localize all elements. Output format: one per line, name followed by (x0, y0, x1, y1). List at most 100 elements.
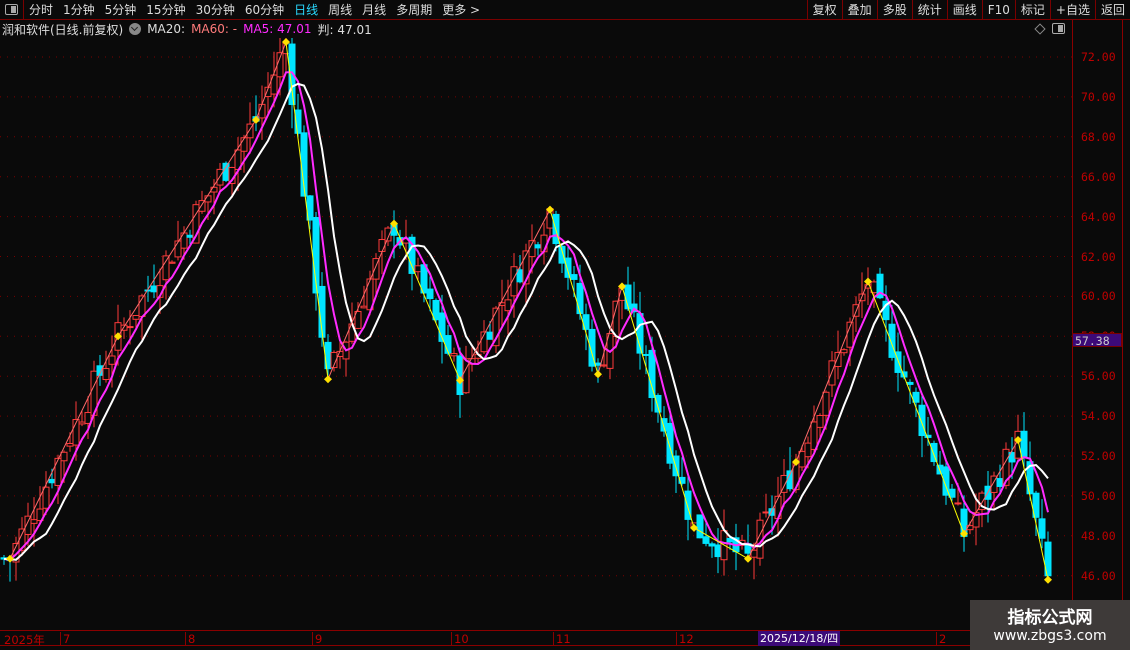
candle-body (576, 282, 584, 315)
candle-body (1038, 518, 1046, 539)
dropdown-circle-icon[interactable] (129, 23, 142, 35)
indicator-info-bar: 润和软件(日线.前复权) MA20: MA60: - MA5: 47.01 判:… (2, 21, 372, 37)
candle-body (798, 450, 806, 468)
price-tick-label: 68.00 (1081, 129, 1116, 144)
candle-body (996, 478, 1004, 487)
toolbar-button-4[interactable]: 画线 (946, 0, 982, 20)
candle-body (888, 323, 896, 358)
toolbar-right-buttons: 复权 叠加 多股 统计 画线 F10 标记 +自选 返回 (806, 0, 1130, 20)
month-tick-label: 11 (553, 632, 571, 646)
candle-body (132, 315, 140, 320)
toolbar-button-0[interactable]: 复权 (806, 0, 842, 20)
candle-body (42, 486, 50, 509)
ma5-line (3, 71, 1049, 561)
period-tab-4[interactable]: 30分钟 (191, 1, 240, 18)
period-tab-5[interactable]: 60分钟 (240, 1, 289, 18)
candle-body (810, 421, 818, 450)
candle-body (504, 299, 512, 312)
ma5-label: MA5: 47.01 (243, 22, 312, 36)
candle-body (840, 349, 848, 354)
watermark: 指标公式网 www.zbgs3.com (970, 600, 1130, 650)
zigzag-segment (117, 119, 257, 337)
candle-body (642, 353, 650, 356)
period-tab-10[interactable]: 更多 > (437, 1, 485, 18)
period-tab-9[interactable]: 多周期 (391, 1, 437, 18)
candle-body (486, 331, 494, 340)
month-tick-label: 12 (676, 632, 694, 646)
candlestick-chart[interactable] (0, 38, 1072, 630)
stock-title: 润和软件(日线.前复权) (2, 22, 124, 37)
period-tab-8[interactable]: 月线 (357, 1, 391, 18)
cursor-date-label: 2025/12/18/四 (758, 631, 841, 646)
period-tab-1[interactable]: 1分钟 (58, 1, 100, 18)
candle-body (918, 404, 926, 437)
period-tab-6[interactable]: 日线 (289, 1, 323, 18)
date-axis: 2 12 11 10 9 8 7 2025年 2025/12/18/四 (0, 630, 1072, 647)
ma60-label: MA60: - (191, 22, 238, 36)
month-tick-label: 10 (451, 632, 469, 646)
candle-body (822, 391, 830, 416)
candle-body (66, 443, 74, 447)
candle-body (708, 543, 716, 547)
candle-body (534, 244, 542, 249)
toolbar-button-1[interactable]: 叠加 (841, 0, 877, 20)
period-tab-0[interactable]: 分时 (24, 1, 58, 18)
candle-body (108, 355, 116, 365)
price-tick-label: 48.00 (1081, 528, 1116, 543)
candle-body (450, 353, 458, 357)
candle-body (378, 239, 386, 252)
layout-toggle-button[interactable] (0, 0, 24, 20)
panel-toggle-icon[interactable] (1052, 23, 1065, 34)
candle-body (240, 137, 248, 152)
month-tick-label: 8 (185, 632, 195, 646)
candle-body (1014, 430, 1022, 459)
candle-body (954, 502, 962, 505)
candle-body (102, 368, 110, 381)
zigzag-segment (393, 223, 461, 381)
zigzag-segment (327, 223, 395, 380)
zigzag-segment (459, 209, 551, 381)
candle-body (654, 394, 662, 413)
candle-body (48, 478, 56, 484)
toolbar-button-2[interactable]: 多股 (876, 0, 912, 20)
zigzag-segment (9, 336, 119, 559)
candle-body (804, 442, 812, 458)
candle-body (186, 234, 194, 238)
candle-body (1020, 430, 1028, 458)
toolbar-button-5[interactable]: F10 (981, 0, 1015, 20)
price-tick-label: 60.00 (1081, 289, 1116, 304)
watermark-url: www.zbgs3.com (993, 628, 1107, 644)
current-price-label: 57.38 (1072, 333, 1122, 348)
period-tab-3[interactable]: 15分钟 (141, 1, 190, 18)
candle-body (570, 274, 578, 280)
price-tick-label: 64.00 (1081, 209, 1116, 224)
period-tab-7[interactable]: 周线 (323, 1, 357, 18)
period-tab-2[interactable]: 5分钟 (100, 1, 142, 18)
candle-body (174, 240, 182, 258)
candle-body (762, 511, 770, 514)
price-tick-label: 72.00 (1081, 50, 1116, 64)
zigzag-segment (1017, 439, 1049, 580)
candle-body (78, 421, 86, 425)
pivot-marker (1044, 575, 1052, 584)
diamond-icon[interactable] (1034, 22, 1046, 35)
pivot-marker (594, 370, 602, 379)
candle-body (714, 544, 722, 558)
candle-body (414, 265, 422, 273)
toolbar-button-6[interactable]: 标记 (1014, 0, 1050, 20)
right-sidebar[interactable] (1122, 20, 1130, 630)
toolbar-button-7[interactable]: +自选 (1049, 0, 1095, 20)
candle-body (558, 245, 566, 264)
month-tick-label: 7 (60, 632, 70, 646)
candle-body (816, 415, 824, 428)
toolbar-button-3[interactable]: 统计 (911, 0, 947, 20)
candle-body (648, 349, 656, 399)
price-tick-label: 54.00 (1081, 409, 1116, 424)
toolbar-button-8[interactable]: 返回 (1094, 0, 1130, 20)
candle-body (198, 200, 206, 212)
candle-body (60, 451, 68, 462)
candle-body (426, 288, 434, 300)
candle-body (924, 434, 932, 438)
price-tick-label: 50.00 (1081, 488, 1116, 503)
pan-label: 判: 47.01 (317, 22, 372, 37)
